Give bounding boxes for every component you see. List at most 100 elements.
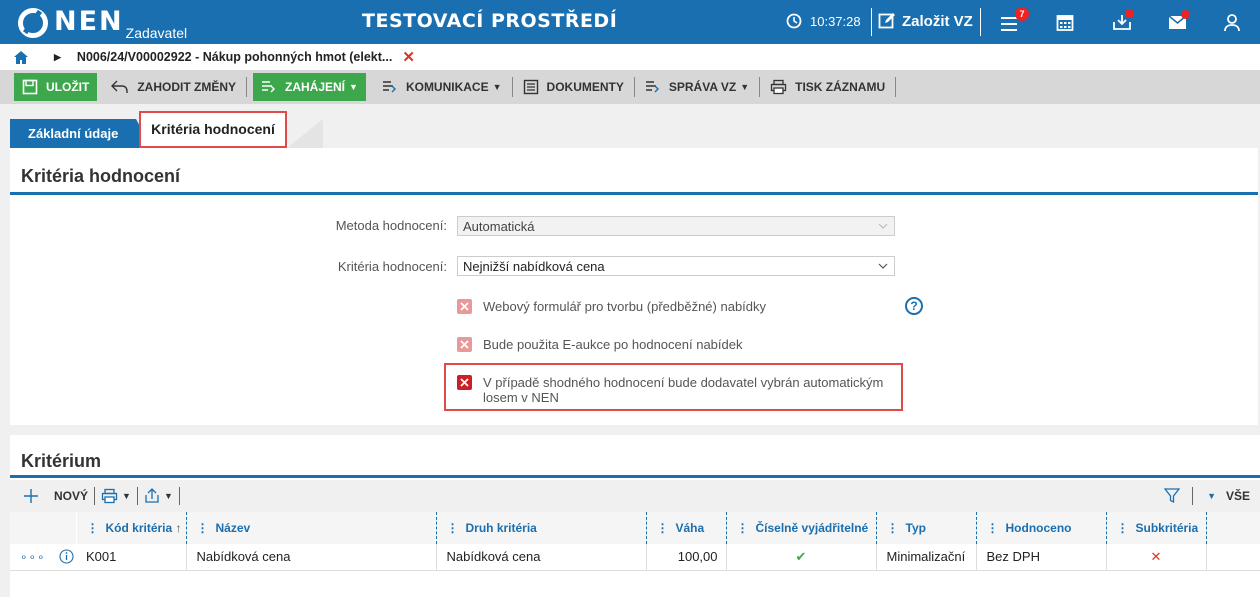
calendar-button[interactable]: [1056, 10, 1080, 34]
chevron-down-icon: ▼: [349, 82, 358, 92]
print-menu-button[interactable]: ▼: [95, 488, 137, 504]
column-name-label: Název: [215, 521, 251, 535]
clock-time: 10:37:28: [810, 13, 861, 29]
user-button[interactable]: [1224, 10, 1248, 34]
more-options-icon[interactable]: ∘∘∘: [20, 550, 46, 564]
column-sub-label: Subkritéria: [1135, 521, 1199, 535]
column-header-kind[interactable]: ⋮ Druh kritéria: [436, 512, 647, 544]
close-record-icon[interactable]: ✕: [402, 48, 415, 66]
menu-button[interactable]: 7: [1000, 7, 1029, 34]
user-icon: [1224, 14, 1240, 32]
home-icon[interactable]: [14, 50, 28, 64]
grid-toolbar-right: ▼ VŠE: [1164, 480, 1260, 512]
lot-checkbox-label: V případě shodného hodnocení bude dodava…: [483, 375, 883, 405]
mail-alert-dot: [1181, 10, 1190, 19]
toolbar-divider: [759, 77, 761, 97]
column-type-label: Typ: [905, 521, 926, 535]
sort-asc-icon: ↑: [175, 521, 182, 535]
printer-icon: [101, 488, 118, 504]
print-label: TISK ZÁZNAMU: [795, 80, 886, 94]
column-header-weight[interactable]: ⋮ Váha: [646, 512, 727, 544]
evaluation-criteria-select[interactable]: Nejnižší nabídková cena: [457, 256, 895, 276]
eauction-checkbox[interactable]: [457, 337, 472, 352]
webform-checkbox[interactable]: [457, 299, 472, 314]
manage-vz-menu-button[interactable]: SPRÁVA VZ ▼: [637, 74, 757, 100]
column-menu-icon[interactable]: ⋮: [1117, 521, 1129, 535]
communication-menu-button[interactable]: KOMUNIKACE ▼: [374, 74, 510, 100]
column-menu-icon[interactable]: ⋮: [447, 521, 459, 535]
column-header-numeric[interactable]: ⋮ Číselně vyjádřitelné: [726, 512, 877, 544]
edit-icon: [878, 13, 895, 29]
column-menu-icon[interactable]: ⋮: [87, 521, 99, 535]
cell-name: Nabídková cena: [186, 544, 437, 571]
manage-label: SPRÁVA VZ: [668, 80, 737, 94]
process-icon: [262, 81, 275, 93]
column-header-evaluated[interactable]: ⋮ Hodnoceno: [976, 512, 1107, 544]
header-divider: [980, 8, 981, 36]
lot-label-line2: losem v NEN: [483, 390, 559, 405]
export-menu-button[interactable]: ▼: [138, 488, 179, 504]
criteria-table: ⋮ Kód kritéria ↑ ⋮ Název ⋮ Druh kritéria ⋮ V…: [10, 512, 1260, 571]
manage-icon: [645, 81, 659, 93]
calendar-icon: [1056, 15, 1074, 31]
discard-changes-button[interactable]: ZAHODIT ZMĚNY: [103, 74, 244, 100]
column-kind-label: Druh kritéria: [465, 521, 537, 535]
new-criterion-button[interactable]: NOVÝ: [10, 489, 94, 503]
communication-icon: [382, 81, 396, 93]
column-menu-icon[interactable]: ⋮: [887, 521, 899, 535]
help-icon[interactable]: ?: [905, 297, 923, 315]
column-menu-icon[interactable]: ⋮: [737, 521, 749, 535]
lot-checkbox-row[interactable]: V případě shodného hodnocení bude dodava…: [457, 375, 883, 405]
column-menu-icon[interactable]: ⋮: [987, 521, 999, 535]
breadcrumb: ▶ N006/24/V00002922 - Nákup pohonných hm…: [0, 44, 1260, 70]
mail-button[interactable]: [1168, 10, 1192, 34]
documents-button[interactable]: DOKUMENTY: [515, 74, 632, 100]
start-menu-button[interactable]: ZAHÁJENÍ ▼: [253, 73, 366, 101]
communication-label: KOMUNIKACE: [405, 80, 489, 94]
tab-evaluation-criteria[interactable]: Kritéria hodnocení: [139, 111, 287, 148]
chevron-down-icon: ▼: [492, 82, 502, 92]
print-record-button[interactable]: TISK ZÁZNAMU: [762, 74, 893, 100]
session-clock: 10:37:28: [786, 13, 861, 29]
save-label: ULOŽIT: [46, 80, 90, 94]
chevron-down-icon: ▼: [122, 491, 131, 501]
discard-label: ZAHODIT ZMĚNY: [137, 80, 236, 94]
column-header-code[interactable]: ⋮ Kód kritéria ↑: [76, 512, 187, 544]
section-underline: [10, 475, 1260, 478]
column-header-sub[interactable]: ⋮ Subkritéria: [1106, 512, 1207, 544]
start-label: ZAHÁJENÍ: [285, 80, 346, 94]
inbox-button[interactable]: [1112, 9, 1136, 34]
column-header-name[interactable]: ⋮ Název: [186, 512, 437, 544]
create-vz-button[interactable]: Založit VZ: [878, 12, 973, 30]
nen-logo[interactable]: NEN Zadavatel: [18, 6, 187, 41]
undo-icon: [111, 80, 129, 93]
column-weight-label: Váha: [675, 521, 705, 535]
environment-title: TESTOVACÍ PROSTŘEDÍ: [362, 10, 618, 32]
column-numeric-label: Číselně vyjádřitelné: [755, 521, 869, 535]
table-row[interactable]: ∘∘∘ K001 Nabídková cena Nabídková cena 1…: [10, 544, 1260, 571]
x-icon: [460, 340, 469, 349]
webform-checkbox-row[interactable]: Webový formulář pro tvorbu (předběžné) n…: [457, 299, 766, 314]
column-header-type[interactable]: ⋮ Typ: [876, 512, 977, 544]
column-menu-icon[interactable]: ⋮: [197, 521, 209, 535]
show-all-button[interactable]: ▼ VŠE: [1193, 489, 1260, 503]
plus-icon: [24, 489, 38, 503]
breadcrumb-item[interactable]: N006/24/V00002922 - Nákup pohonných hmot…: [77, 50, 392, 64]
filter-icon[interactable]: [1164, 488, 1181, 504]
header-divider: [871, 8, 872, 36]
header-filler: [1206, 512, 1260, 544]
chevron-down-icon: ▼: [1207, 491, 1216, 501]
evaluation-criteria-value: Nejnižší nabídková cena: [463, 259, 605, 274]
column-menu-icon[interactable]: ⋮: [657, 521, 669, 535]
lot-checkbox[interactable]: [457, 375, 472, 390]
tab-basic-info[interactable]: Základní údaje: [10, 119, 153, 148]
chevron-down-icon: ▼: [740, 82, 750, 92]
eauction-checkbox-row[interactable]: Bude použita E-aukce po hodnocení nabíde…: [457, 337, 742, 352]
evaluation-method-value: Automatická: [463, 219, 535, 234]
criteria-label: Kritéria hodnocení:: [337, 259, 447, 274]
check-icon: ✔: [726, 544, 877, 571]
info-icon[interactable]: [59, 549, 74, 564]
save-button[interactable]: ULOŽIT: [14, 73, 98, 101]
export-icon: [145, 488, 159, 503]
tab-corner: [287, 119, 323, 148]
